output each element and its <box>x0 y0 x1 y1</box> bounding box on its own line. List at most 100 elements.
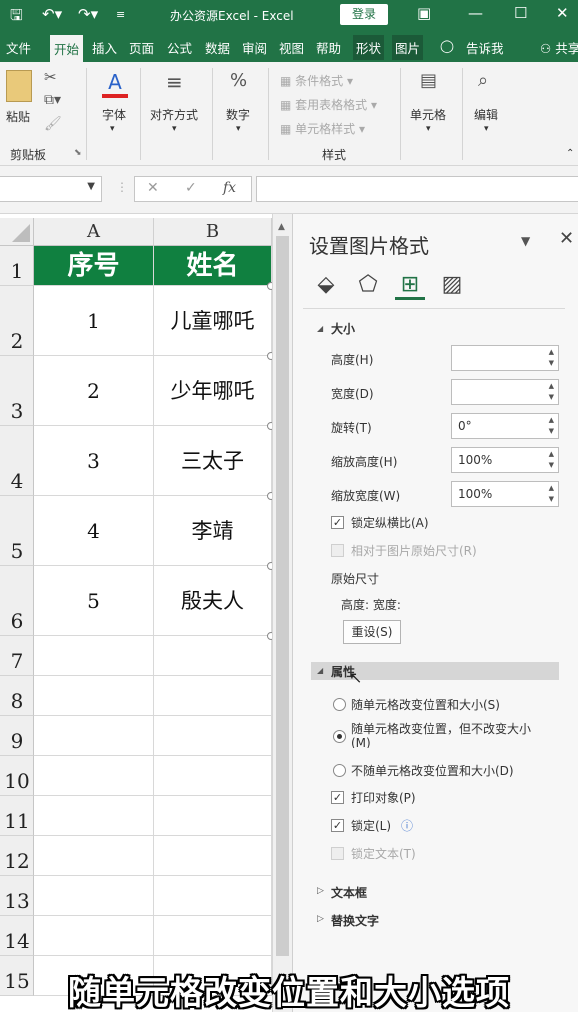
header-cell-seq[interactable]: 序号 <box>34 246 154 286</box>
size-section-header[interactable]: 大小 <box>331 320 355 337</box>
name-box[interactable]: ▼ <box>0 176 102 202</box>
table-cell[interactable]: 4 <box>34 496 154 566</box>
tab-file[interactable]: 文件 <box>6 38 31 57</box>
row-header-12[interactable]: 12 <box>0 836 34 876</box>
tab-review[interactable]: 审阅 <box>242 38 267 57</box>
table-cell[interactable]: 李靖 <box>154 496 272 566</box>
customize-qat-icon[interactable]: ≡ <box>116 8 125 21</box>
insert-function-icon[interactable]: fx <box>223 180 236 196</box>
formula-input[interactable] <box>256 176 578 202</box>
align-button[interactable]: 对齐方式 <box>150 106 198 123</box>
row-header-13[interactable]: 13 <box>0 876 34 916</box>
search-icon[interactable]: ⌕ <box>478 70 488 91</box>
table-cell[interactable]: 5 <box>34 566 154 636</box>
table-cell[interactable]: 2 <box>34 356 154 426</box>
format-painter-icon[interactable]: 🖌 <box>44 116 62 132</box>
chevron-down-icon[interactable]: ▼ <box>87 181 95 192</box>
empty-cell[interactable] <box>154 916 272 956</box>
reset-button[interactable]: 重设(S) <box>343 620 401 644</box>
row-header-7[interactable]: 7 <box>0 636 34 676</box>
cancel-icon[interactable]: ✕ <box>147 180 159 196</box>
row-header-10[interactable]: 10 <box>0 756 34 796</box>
maximize-icon[interactable]: ☐ <box>514 4 527 22</box>
table-cell[interactable]: 少年哪吒 <box>154 356 272 426</box>
cells-button[interactable]: 单元格 <box>410 106 446 123</box>
tab-insert[interactable]: 插入 <box>92 38 117 57</box>
relative-original-checkbox[interactable] <box>331 544 344 557</box>
edit-dropdown-icon[interactable]: ▾ <box>484 124 489 134</box>
radio-dont-move[interactable] <box>333 764 346 777</box>
table-format-button[interactable]: ▦ 套用表格格式 ▾ <box>280 96 377 113</box>
spin-icon[interactable]: ▲ ▼ <box>549 347 554 369</box>
number-button[interactable]: 数字 <box>226 106 250 123</box>
percent-icon[interactable]: % <box>230 70 247 91</box>
edit-button[interactable]: 编辑 <box>474 106 498 123</box>
rotate-input[interactable]: 0° ▲ ▼ <box>451 413 559 439</box>
number-dropdown-icon[interactable]: ▾ <box>236 124 241 134</box>
height-input[interactable]: ▲ ▼ <box>451 345 559 371</box>
login-button[interactable]: 登录 <box>340 4 388 25</box>
close-icon[interactable]: ✕ <box>559 228 574 249</box>
undo-icon[interactable]: ↶▾ <box>42 5 62 23</box>
tab-shape[interactable]: 形状 <box>353 35 385 60</box>
table-cell[interactable]: 殷夫人 <box>154 566 272 636</box>
minimize-icon[interactable]: — <box>468 4 483 22</box>
font-dropdown-icon[interactable]: ▾ <box>110 124 115 134</box>
empty-cell[interactable] <box>154 716 272 756</box>
pane-options-icon[interactable]: ▼ <box>521 234 530 248</box>
align-dropdown-icon[interactable]: ▾ <box>172 124 177 134</box>
expand-icon[interactable]: ◢ <box>317 666 323 675</box>
copy-icon[interactable]: ⧉▾ <box>44 92 61 108</box>
empty-cell[interactable] <box>34 836 154 876</box>
alt-text-section-header[interactable]: 替换文字 <box>331 912 379 929</box>
column-header-b[interactable]: B <box>154 218 272 246</box>
row-header-14[interactable]: 14 <box>0 916 34 956</box>
paste-button[interactable]: 粘贴 <box>6 108 30 125</box>
collapse-arrow-icon[interactable]: ▷ <box>317 914 324 924</box>
empty-cell[interactable] <box>154 876 272 916</box>
radio-move-and-size[interactable] <box>333 698 346 711</box>
row-header-5[interactable]: 5 <box>0 496 34 566</box>
empty-cell[interactable] <box>154 756 272 796</box>
table-cell[interactable]: 3 <box>34 426 154 496</box>
paste-icon[interactable] <box>6 70 32 102</box>
table-cell[interactable]: 三太子 <box>154 426 272 496</box>
cond-format-button[interactable]: ▦ 条件格式 ▾ <box>280 72 353 89</box>
font-icon[interactable]: A <box>102 70 128 98</box>
picture-icon[interactable]: ▨ <box>437 270 467 300</box>
row-header-3[interactable]: 3 <box>0 356 34 426</box>
close-icon[interactable]: ✕ <box>556 4 569 22</box>
radio-move-not-size[interactable] <box>333 730 346 743</box>
lock-aspect-checkbox[interactable]: ✓ <box>331 516 344 529</box>
row-header-11[interactable]: 11 <box>0 796 34 836</box>
empty-cell[interactable] <box>34 916 154 956</box>
empty-cell[interactable] <box>34 636 154 676</box>
table-cell[interactable]: 儿童哪吒 <box>154 286 272 356</box>
row-header-9[interactable]: 9 <box>0 716 34 756</box>
select-all-button[interactable] <box>0 218 34 246</box>
empty-cell[interactable] <box>34 676 154 716</box>
print-object-checkbox[interactable]: ✓ <box>331 791 344 804</box>
tab-page[interactable]: 页面 <box>129 38 154 57</box>
empty-cell[interactable] <box>154 836 272 876</box>
scale-width-input[interactable]: 100% ▲ ▼ <box>451 481 559 507</box>
share-button[interactable]: ⚇ 共享 <box>540 38 578 57</box>
empty-cell[interactable] <box>154 796 272 836</box>
locked-checkbox[interactable]: ✓ <box>331 819 344 832</box>
spin-icon[interactable]: ▲ ▼ <box>549 381 554 403</box>
size-properties-icon[interactable]: ⊞ <box>395 270 425 300</box>
textbox-section-header[interactable]: 文本框 <box>331 884 367 901</box>
scale-height-input[interactable]: 100% ▲ ▼ <box>451 447 559 473</box>
effects-icon[interactable]: ⬠ <box>353 270 383 300</box>
spin-icon[interactable]: ▲ ▼ <box>549 483 554 505</box>
empty-cell[interactable] <box>34 876 154 916</box>
save-icon[interactable]: 🖫 <box>10 5 23 30</box>
confirm-icon[interactable]: ✓ <box>185 180 197 196</box>
collapse-arrow-icon[interactable]: ▷ <box>317 886 324 896</box>
fill-line-icon[interactable]: ⬙ <box>311 270 341 300</box>
table-cell[interactable]: 1 <box>34 286 154 356</box>
empty-cell[interactable] <box>154 676 272 716</box>
width-input[interactable]: ▲ ▼ <box>451 379 559 405</box>
expand-icon[interactable]: ◢ <box>317 324 323 333</box>
cells-icon[interactable]: ▤ <box>420 70 437 91</box>
